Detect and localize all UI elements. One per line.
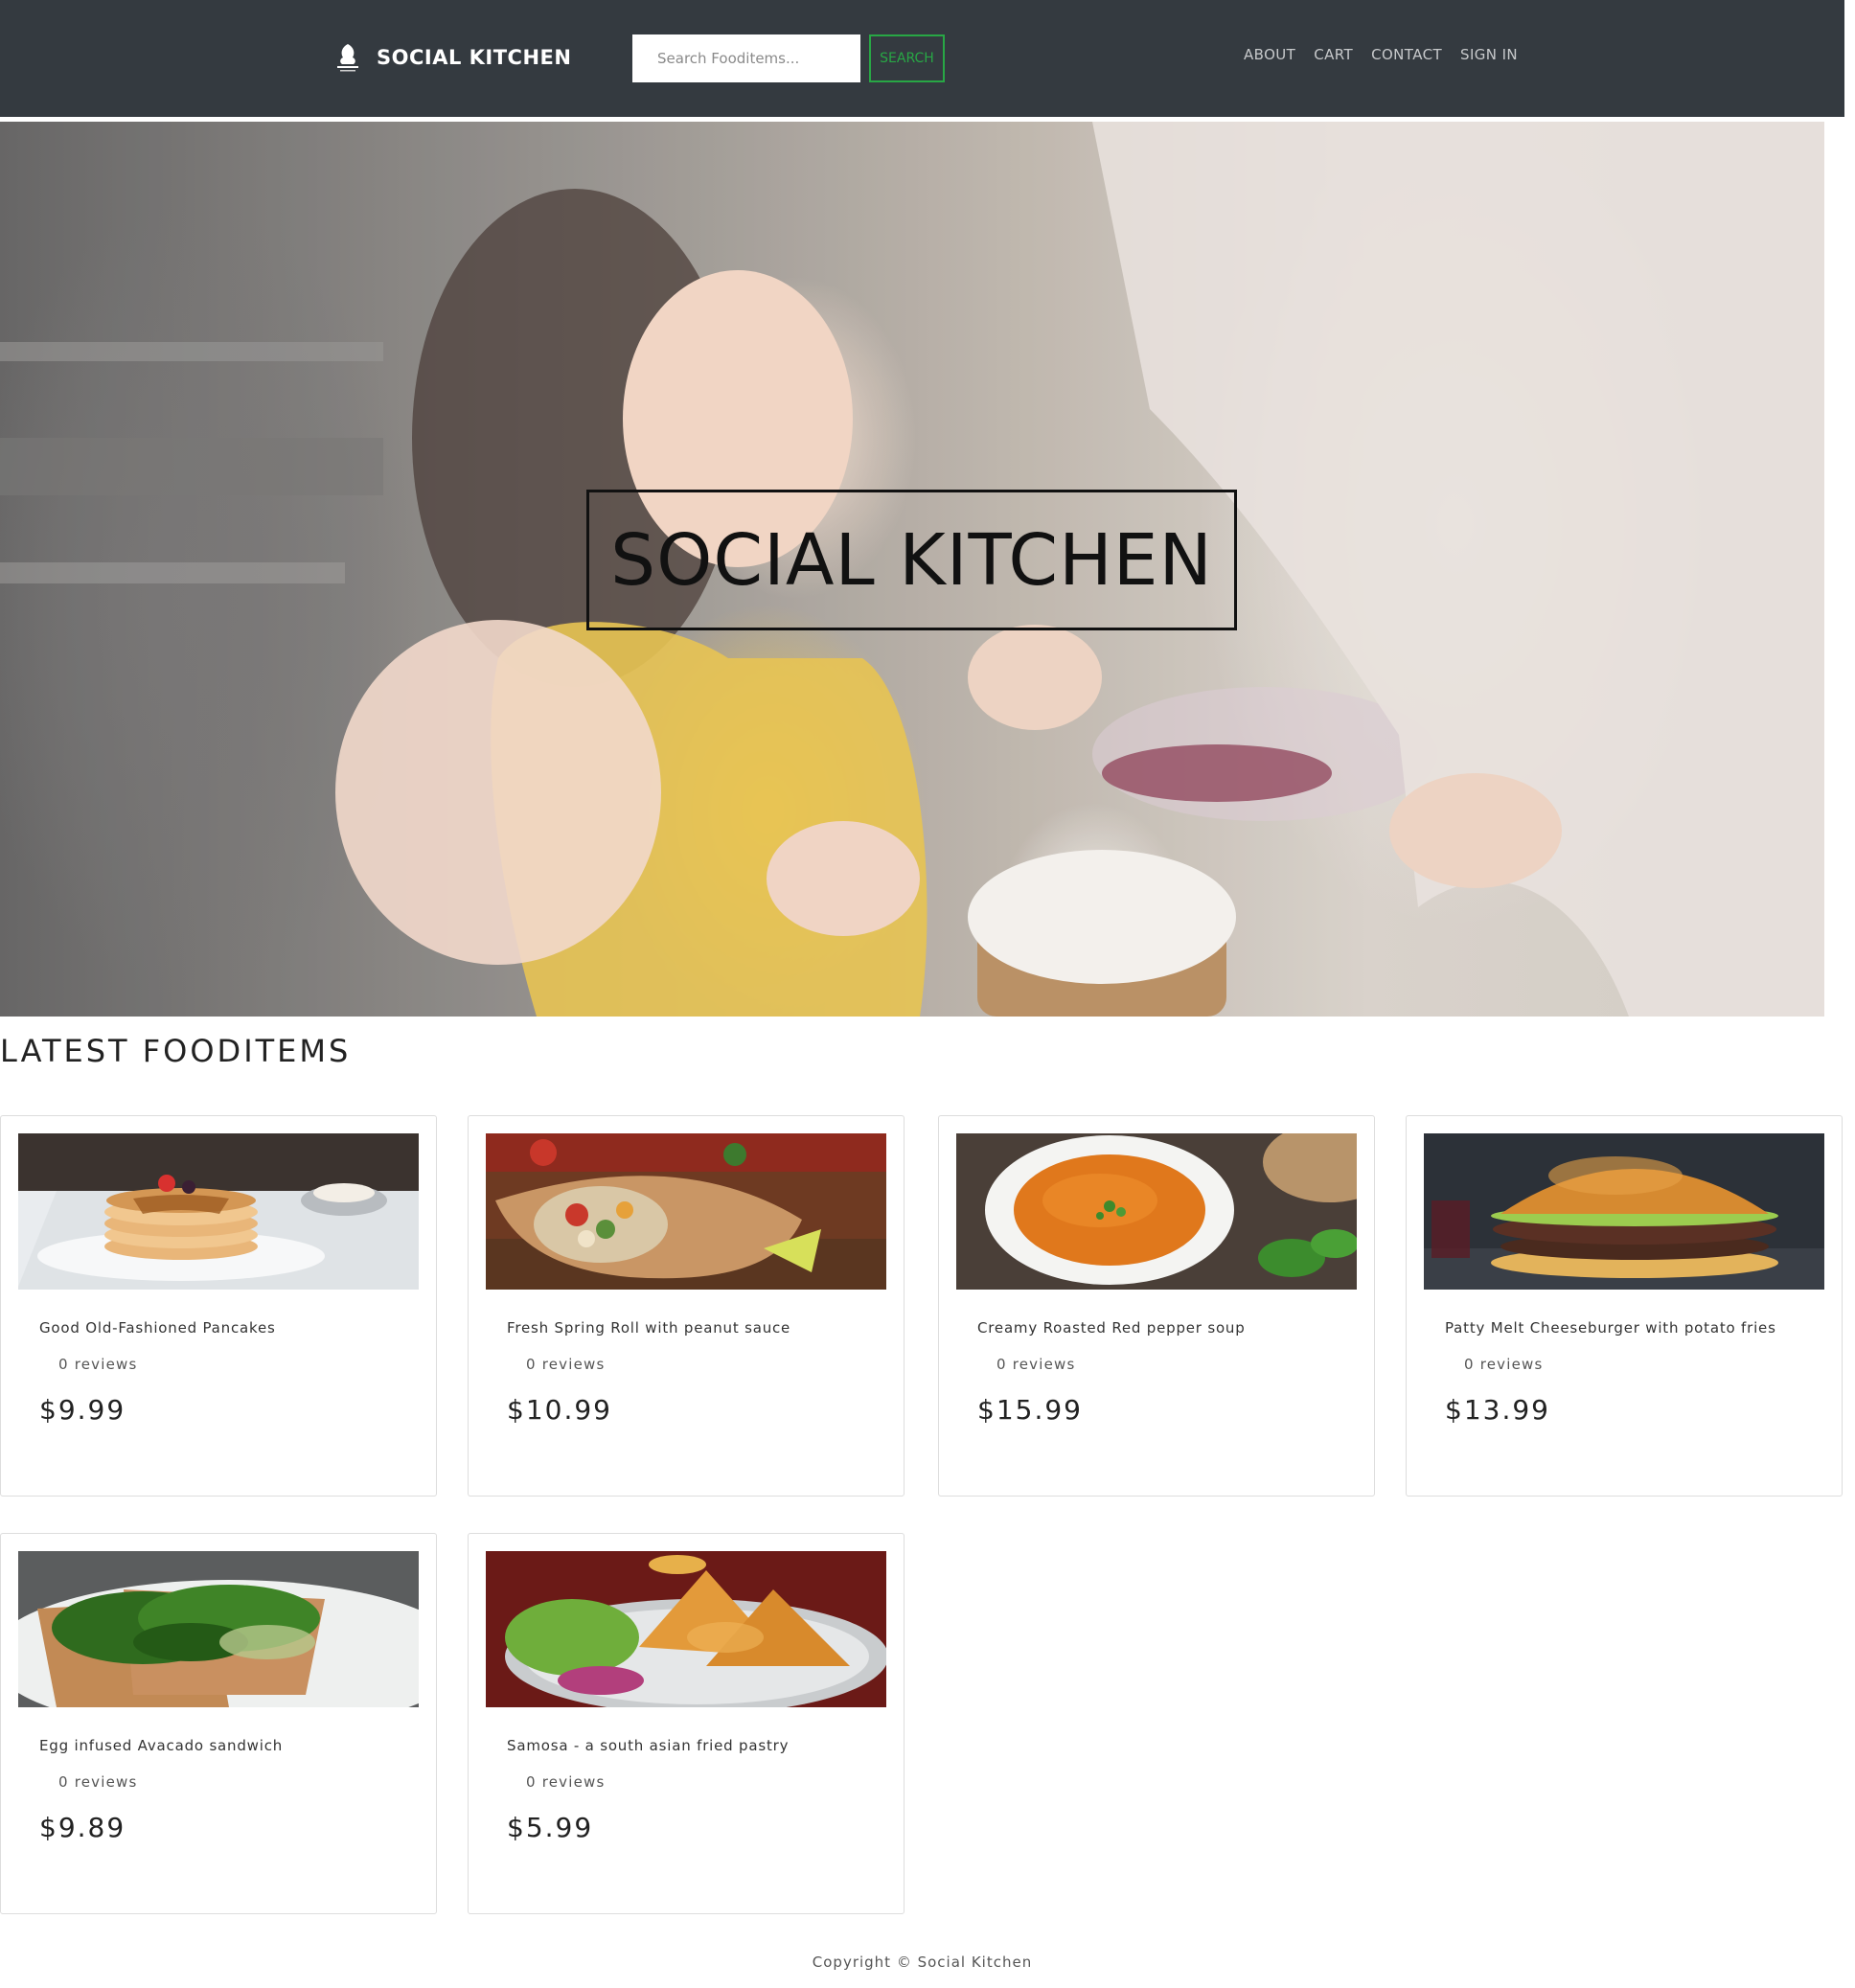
food-reviews: 0 reviews xyxy=(526,1356,606,1373)
food-card[interactable]: Samosa - a south asian fried pastry 0 re… xyxy=(468,1533,905,1914)
nav-link-cart[interactable]: CART xyxy=(1314,46,1353,63)
food-name[interactable]: Creamy Roasted Red pepper soup xyxy=(977,1319,1246,1337)
food-name[interactable]: Fresh Spring Roll with peanut sauce xyxy=(507,1319,790,1337)
brand-link[interactable]: SOCIAL KITCHEN xyxy=(329,38,571,77)
section-title: LATEST FOODITEMS xyxy=(0,1033,352,1069)
food-card[interactable]: Good Old-Fashioned Pancakes 0 reviews $9… xyxy=(0,1115,437,1497)
search-button[interactable]: SEARCH xyxy=(869,34,945,82)
food-card[interactable]: Creamy Roasted Red pepper soup 0 reviews… xyxy=(938,1115,1375,1497)
search-input[interactable] xyxy=(632,34,860,82)
food-name[interactable]: Patty Melt Cheeseburger with potato frie… xyxy=(1445,1319,1776,1337)
burger-photo-icon[interactable] xyxy=(1424,1133,1824,1290)
navbar: SOCIAL KITCHEN SEARCH ABOUT CART CONTACT… xyxy=(0,0,1844,117)
hero-banner: SOCIAL KITCHEN xyxy=(0,122,1824,1017)
spring-roll-photo-icon[interactable] xyxy=(486,1133,886,1290)
food-reviews: 0 reviews xyxy=(526,1773,606,1791)
food-reviews: 0 reviews xyxy=(996,1356,1076,1373)
avocado-toast-photo-icon[interactable] xyxy=(18,1551,419,1707)
samosa-photo-icon[interactable] xyxy=(486,1551,886,1707)
food-card[interactable]: Patty Melt Cheeseburger with potato frie… xyxy=(1406,1115,1843,1497)
pancakes-photo-icon[interactable] xyxy=(18,1133,419,1290)
food-reviews: 0 reviews xyxy=(58,1356,138,1373)
food-card[interactable]: Egg infused Avacado sandwich 0 reviews $… xyxy=(0,1533,437,1914)
nav-links: ABOUT CART CONTACT SIGN IN xyxy=(1244,46,1518,63)
food-price: $9.99 xyxy=(39,1394,126,1426)
food-price: $13.99 xyxy=(1445,1394,1550,1426)
food-name[interactable]: Samosa - a south asian fried pastry xyxy=(507,1737,789,1754)
nav-link-about[interactable]: ABOUT xyxy=(1244,46,1295,63)
food-price: $10.99 xyxy=(507,1394,612,1426)
footer-copyright: Copyright © Social Kitchen xyxy=(812,1954,1033,1971)
food-reviews: 0 reviews xyxy=(58,1773,138,1791)
food-card[interactable]: Fresh Spring Roll with peanut sauce 0 re… xyxy=(468,1115,905,1497)
brand-name: SOCIAL KITCHEN xyxy=(377,46,572,69)
chef-hat-logo-icon xyxy=(329,38,367,77)
food-name[interactable]: Egg infused Avacado sandwich xyxy=(39,1737,283,1754)
nav-link-sign-in[interactable]: SIGN IN xyxy=(1460,46,1518,63)
food-price: $5.99 xyxy=(507,1812,594,1843)
food-price: $9.89 xyxy=(39,1812,126,1843)
soup-photo-icon[interactable] xyxy=(956,1133,1357,1290)
nav-link-contact[interactable]: CONTACT xyxy=(1371,46,1442,63)
hero-title: SOCIAL KITCHEN xyxy=(610,518,1213,602)
food-name[interactable]: Good Old-Fashioned Pancakes xyxy=(39,1319,276,1337)
hero-title-box: SOCIAL KITCHEN xyxy=(586,490,1237,630)
food-reviews: 0 reviews xyxy=(1464,1356,1544,1373)
food-price: $15.99 xyxy=(977,1394,1083,1426)
